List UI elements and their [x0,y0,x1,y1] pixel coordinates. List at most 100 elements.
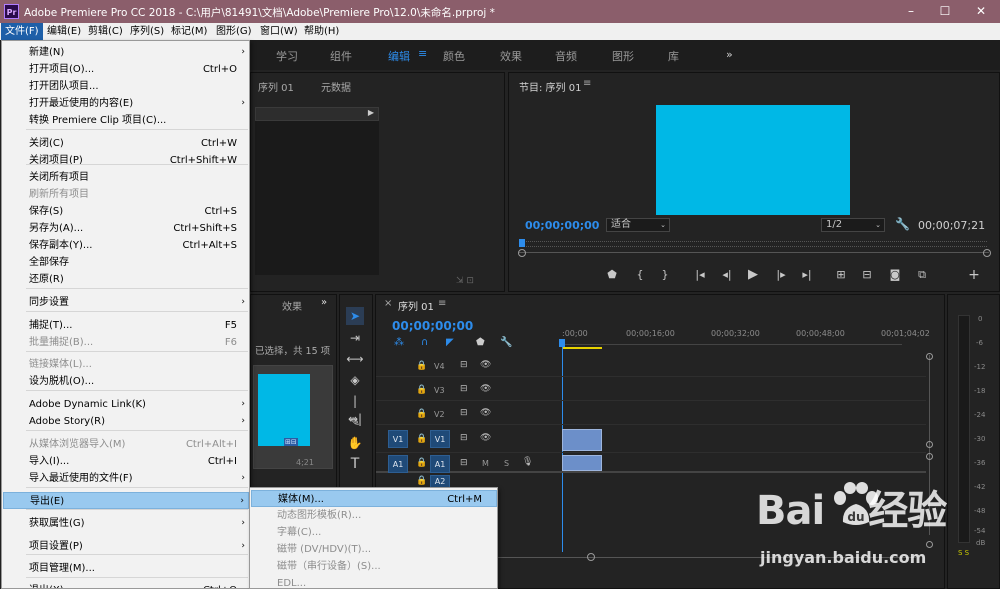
eye-icon[interactable]: 👁 [480,360,491,370]
sync-lock-icon[interactable]: ⊟ [460,433,468,443]
timeline-ruler[interactable] [562,339,902,345]
menu-edit[interactable]: 编辑(E) [43,23,85,40]
step-forward-icon[interactable]: |▸ [773,268,789,281]
mute-button[interactable]: M [482,459,489,468]
resolution-dropdown[interactable]: 1/2 ⌄ [821,218,885,232]
file-menu-item[interactable]: 退出(X) Ctrl+Q [3,582,249,588]
file-menu-item[interactable]: 获取属性(G) › [3,515,249,532]
extract-icon[interactable]: ⊟ [859,268,875,281]
media-item[interactable]: ⊞⊟ 4;21 [253,365,333,469]
workspace-more-icon[interactable]: » [726,48,733,61]
file-menu-item[interactable]: 设为脱机(O)... [3,373,249,390]
program-monitor-title[interactable]: 节目: 序列 01 [519,79,581,94]
timeline-close-icon[interactable]: × [384,298,392,309]
file-menu-item[interactable]: 打开最近使用的内容(E) › [3,95,249,112]
go-to-out-icon[interactable]: ▸| [799,268,815,281]
scroll-handle-mid[interactable] [926,441,933,448]
workspace-menu-icon[interactable]: ≡ [418,47,427,60]
maximize-button[interactable]: ☐ [928,0,962,23]
pen-tool-icon[interactable]: ✎ [346,413,364,431]
close-button[interactable]: ✕ [964,0,998,23]
timeline-settings-icon[interactable]: 🔧 [500,337,512,348]
file-menu-item[interactable]: 保存(S) Ctrl+S [3,203,249,220]
file-menu-item[interactable]: 保存副本(Y)... Ctrl+Alt+S [3,237,249,254]
play-icon[interactable]: ▶ [745,267,761,282]
file-menu-item[interactable]: 捕捉(T)... F5 [3,317,249,334]
button-editor-plus-icon[interactable]: + [966,267,982,283]
lock-icon[interactable]: 🔒 [416,385,427,395]
source-patch-v1[interactable]: V1 [388,430,408,448]
workspace-color[interactable]: 颜色 [443,48,465,64]
menu-window[interactable]: 窗口(W) [256,23,302,40]
tab-sequence-01[interactable]: 序列 01 [258,79,294,94]
workspace-learn[interactable]: 学习 [276,48,298,64]
program-timecode[interactable]: 00;00;00;00 [525,219,599,232]
menu-graphics[interactable]: 图形(G) [212,23,256,40]
file-menu-item[interactable]: 关闭项目(P) Ctrl+Shift+W [3,152,249,169]
file-menu-item[interactable]: 项目管理(M)... [3,560,249,577]
solo-button[interactable]: S [504,459,509,468]
minimize-button[interactable]: – [894,0,928,23]
fit-dropdown[interactable]: 适合 ⌄ [606,218,670,232]
panel-more-icon[interactable]: » [321,297,327,308]
menu-marker[interactable]: 标记(M) [167,23,211,40]
scroll-handle-top[interactable] [926,353,933,360]
file-menu-item[interactable]: 转换 Premiere Clip 项目(C)... [3,112,249,129]
file-menu-item[interactable]: 关闭(C) Ctrl+W [3,135,249,152]
panel-menu-icon[interactable]: ≡ [583,78,591,89]
tab-effects[interactable]: 效果 [282,298,302,313]
file-menu-item[interactable]: 还原(R) [3,271,249,288]
zoom-handle-left[interactable] [518,249,526,257]
ripple-edit-tool-icon[interactable]: ⟷ [346,350,364,368]
track-target-v1[interactable]: V1 [430,430,450,448]
file-menu-item[interactable]: 新建(N) › [3,44,249,61]
timeline-menu-icon[interactable]: ≡ [438,298,446,309]
lock-icon[interactable]: 🔒 [416,476,427,486]
sync-lock-icon[interactable]: ⊟ [460,458,468,468]
video-clip[interactable] [562,429,602,451]
program-ruler[interactable] [523,241,987,247]
workspace-graphics[interactable]: 图形 [612,48,634,64]
lock-icon[interactable]: 🔒 [416,458,427,468]
workspace-effects[interactable]: 效果 [500,48,522,64]
zoom-bar[interactable] [519,252,989,253]
track-select-tool-icon[interactable]: ⇥ [346,329,364,347]
add-marker-icon[interactable]: ⬟ [604,268,620,281]
timeline-tab-title[interactable]: 序列 01 [398,298,434,313]
type-tool-icon[interactable]: T [346,455,364,473]
add-marker-tl-icon[interactable]: ◤ [446,337,454,348]
camera-icon[interactable]: ◙ [887,268,903,281]
hand-tool-icon[interactable]: ✋ [346,434,364,452]
razor-tool-icon[interactable]: ◈ [346,371,364,389]
file-menu-item[interactable]: 打开项目(O)... Ctrl+O [3,61,249,78]
file-menu-item[interactable]: 导入最近使用的文件(F) › [3,470,249,487]
file-menu-item[interactable]: 另存为(A)... Ctrl+Shift+S [3,220,249,237]
tab-metadata[interactable]: 元数据 [321,79,351,94]
eye-icon[interactable]: 👁 [480,384,491,394]
export-submenu-item[interactable]: 媒体(M)... Ctrl+M [251,490,497,507]
linked-selection-icon[interactable]: ∩ [421,337,428,348]
microphone-icon[interactable]: 🎙 [522,457,533,467]
file-menu-item[interactable]: 导入(I)... Ctrl+I [3,453,249,470]
file-menu-item[interactable]: 打开团队项目... [3,78,249,95]
sync-lock-icon[interactable]: ⊟ [460,384,468,394]
mark-in-icon[interactable]: { [632,268,648,281]
timeline-playhead[interactable] [559,339,565,347]
snap-icon[interactable]: ⁂ [394,337,404,348]
mark-out-icon[interactable]: } [657,268,673,281]
menu-sequence[interactable]: 序列(S) [126,23,168,40]
zoom-handle-right[interactable] [983,249,991,257]
menu-clip[interactable]: 剪辑(C) [84,23,127,40]
menu-help[interactable]: 帮助(H) [300,23,343,40]
h-scroll-handle[interactable] [587,553,595,561]
export-frame-icon[interactable]: ⇲ ⊡ [456,276,474,286]
scroll-handle-mid2[interactable] [926,453,933,460]
file-menu-item[interactable]: 同步设置 › [3,294,249,311]
slip-tool-icon[interactable]: |↔| [346,392,364,426]
workspace-assembly[interactable]: 组件 [330,48,352,64]
file-menu-item[interactable]: 导出(E) › [3,492,249,509]
lift-icon[interactable]: ⊞ [833,268,849,281]
menu-file[interactable]: 文件(F) [1,23,43,40]
audio-clip[interactable] [562,455,602,471]
wrench-icon[interactable]: 🔧 [895,217,910,231]
